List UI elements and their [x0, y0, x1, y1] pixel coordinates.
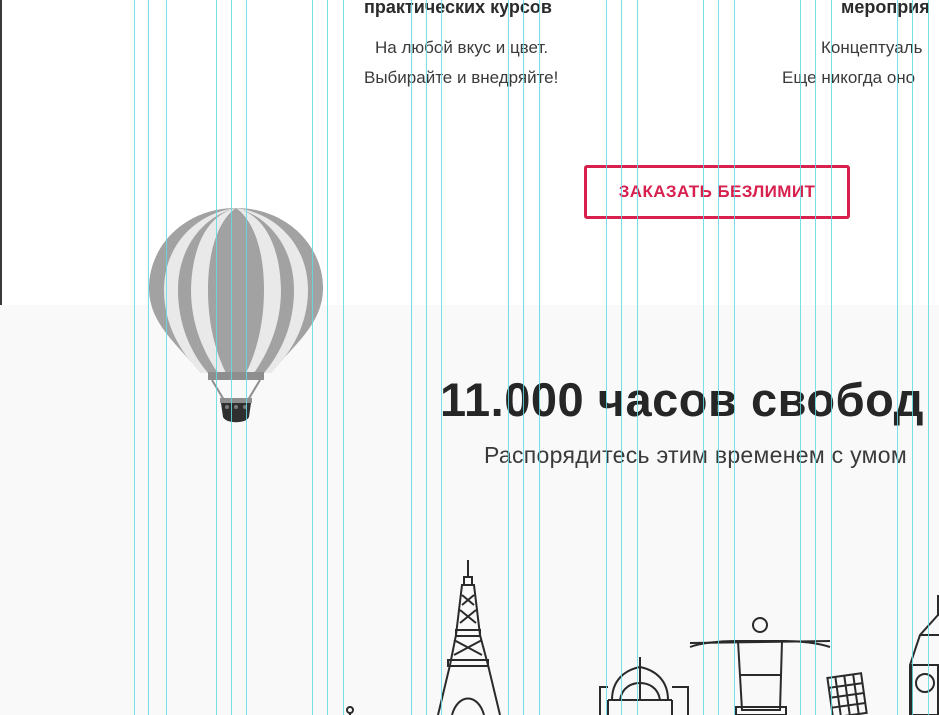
christ-the-redeemer-icon	[689, 617, 831, 715]
courses-line-2: Выбирайте и внедряйте!	[364, 68, 559, 87]
events-line-1: Концептуаль	[821, 38, 923, 57]
eiffel-tower-icon	[437, 560, 501, 715]
hot-air-balloon-icon	[149, 208, 323, 423]
hero-heading: 11.000 часов свобод	[440, 373, 925, 426]
small-figure-icon	[346, 706, 354, 715]
hero-subheading: Распорядитесь этим временем с умом	[484, 442, 907, 468]
events-title: мероприя	[841, 0, 930, 17]
courses-line-1: На любой вкус и цвет.	[375, 38, 549, 57]
events-line-2: Еще никогда оно	[782, 68, 916, 87]
taj-mahal-icon	[599, 657, 689, 715]
landmarks-illustration	[346, 560, 939, 715]
order-unlimited-button[interactable]: ЗАКАЗАТЬ БЕЗЛИМИТ	[584, 165, 850, 219]
leaning-tower-icon	[826, 672, 868, 715]
courses-title: практических курсов	[364, 0, 552, 17]
big-ben-icon	[909, 595, 939, 715]
